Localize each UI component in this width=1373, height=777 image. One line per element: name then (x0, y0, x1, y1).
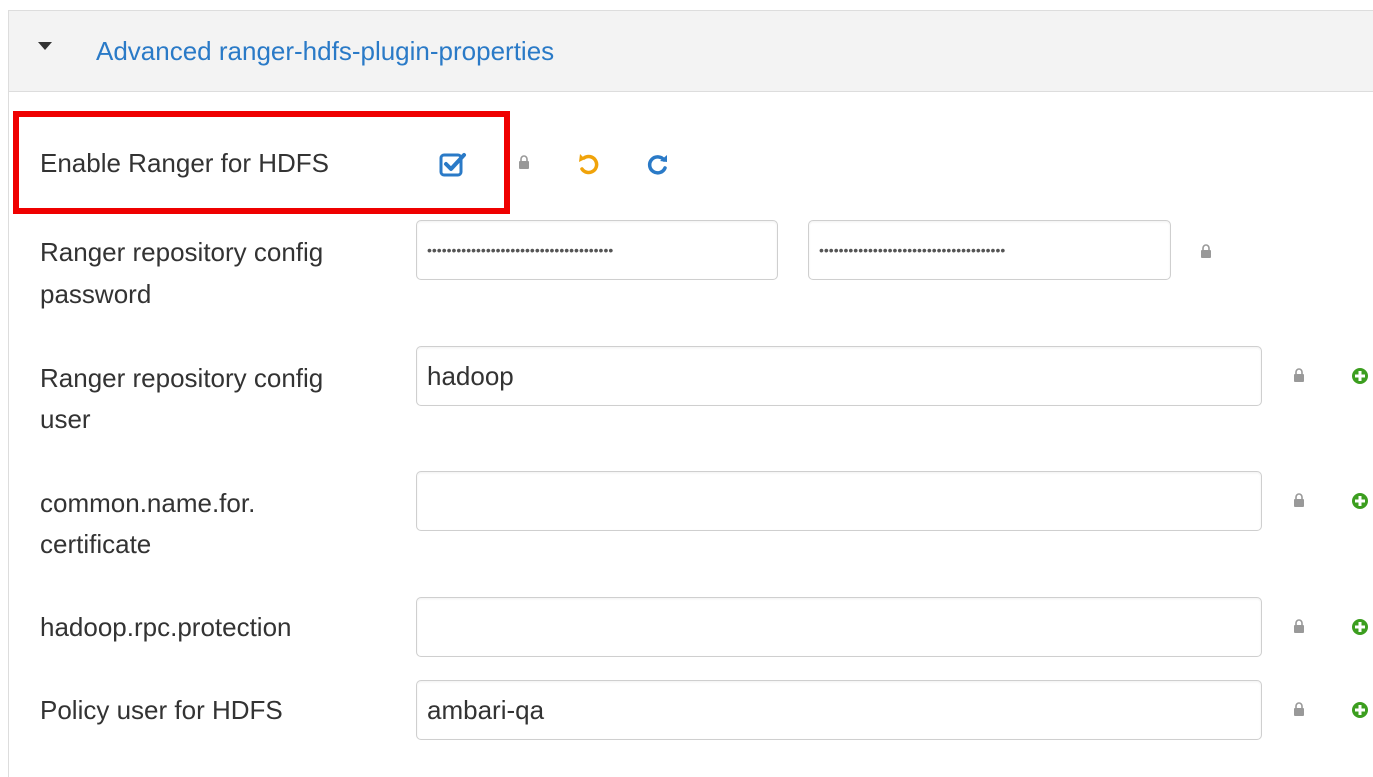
caret-down-icon[interactable] (38, 42, 52, 50)
repo-password-field[interactable] (416, 220, 778, 280)
refresh-icon[interactable] (645, 151, 671, 177)
plus-circle-icon[interactable] (1351, 701, 1369, 719)
lock-icon[interactable] (1293, 493, 1305, 507)
repo-password-label-line1: Ranger repository config (40, 237, 324, 267)
common-name-label-line1: common.name.for. (40, 488, 256, 518)
repo-user-field[interactable] (416, 346, 1262, 406)
lock-icon[interactable] (1200, 244, 1212, 258)
common-name-label-line2: certificate (40, 529, 152, 559)
repo-password-confirm-field[interactable] (808, 220, 1171, 280)
lock-icon[interactable] (518, 155, 530, 169)
repo-user-label-line1: Ranger repository config (40, 363, 324, 393)
lock-icon[interactable] (1293, 368, 1305, 382)
plus-circle-icon[interactable] (1351, 618, 1369, 636)
lock-icon[interactable] (1293, 619, 1305, 633)
lock-icon[interactable] (1293, 702, 1305, 716)
repo-password-label-line2: password (40, 279, 152, 309)
plus-circle-icon[interactable] (1351, 492, 1369, 510)
rpc-protection-field[interactable] (416, 597, 1262, 657)
plus-circle-icon[interactable] (1351, 367, 1369, 385)
rpc-protection-label: hadoop.rpc.protection (40, 612, 292, 642)
undo-icon[interactable] (576, 151, 602, 177)
common-name-field[interactable] (416, 471, 1262, 531)
section-title-link[interactable]: Advanced ranger-hdfs-plugin-properties (96, 36, 554, 67)
policy-user-field[interactable] (416, 680, 1262, 740)
highlight-box (13, 111, 510, 214)
policy-user-label: Policy user for HDFS (40, 695, 283, 725)
repo-user-label-line2: user (40, 404, 91, 434)
